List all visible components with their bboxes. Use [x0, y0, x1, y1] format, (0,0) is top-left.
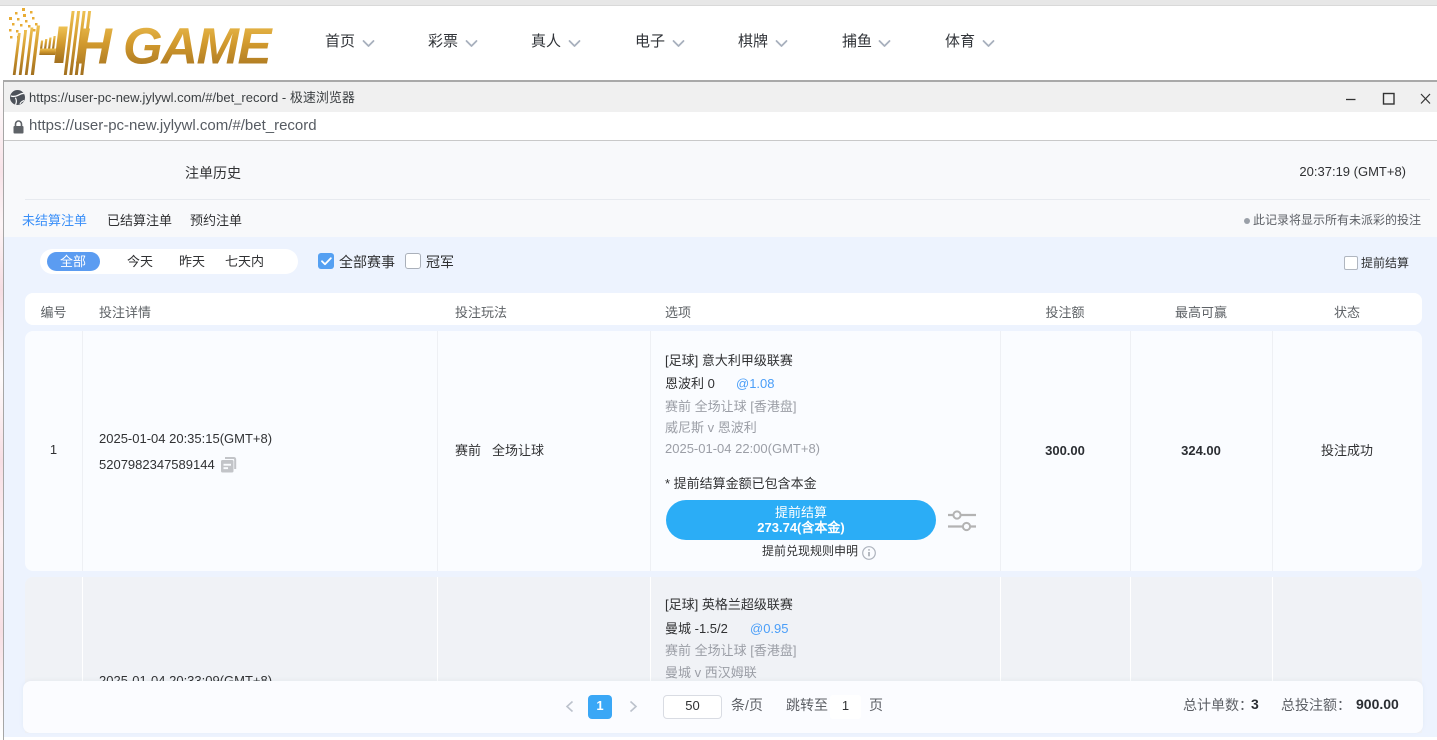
svg-text:H GAME: H GAME	[75, 18, 273, 75]
